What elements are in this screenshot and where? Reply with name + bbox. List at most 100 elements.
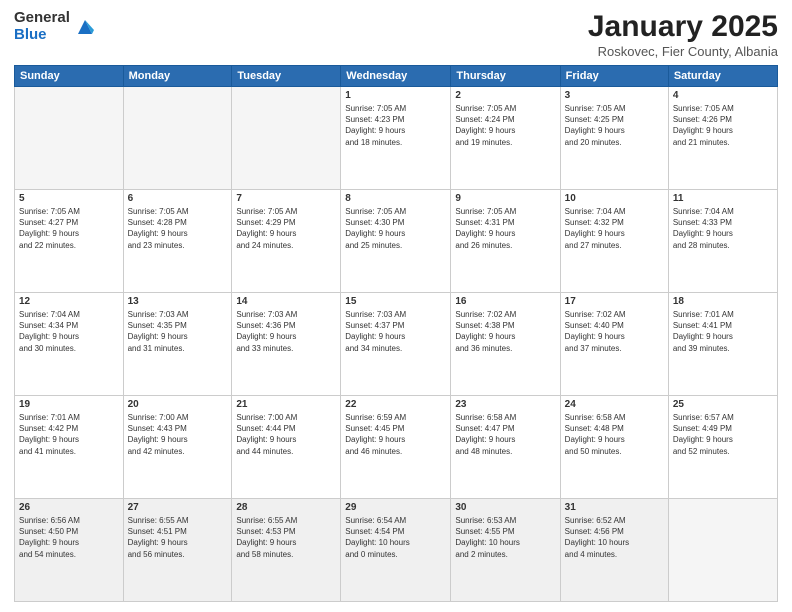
calendar-cell: 22Sunrise: 6:59 AM Sunset: 4:45 PM Dayli… bbox=[341, 396, 451, 499]
day-number: 28 bbox=[236, 502, 336, 513]
weekday-header-sunday: Sunday bbox=[15, 66, 124, 87]
day-info: Sunrise: 7:04 AM Sunset: 4:34 PM Dayligh… bbox=[19, 309, 119, 354]
day-info: Sunrise: 7:01 AM Sunset: 4:41 PM Dayligh… bbox=[673, 309, 773, 354]
weekday-header-friday: Friday bbox=[560, 66, 668, 87]
day-number: 20 bbox=[128, 399, 228, 410]
day-number: 31 bbox=[565, 502, 664, 513]
day-info: Sunrise: 7:05 AM Sunset: 4:25 PM Dayligh… bbox=[565, 103, 664, 148]
calendar-cell: 15 Sunrise: 7:03 AM Sunset: 4:37 PM Dayli… bbox=[341, 293, 451, 396]
weekday-header-tuesday: Tuesday bbox=[232, 66, 341, 87]
day-info: Sunrise: 7:02 AM Sunset: 4:40 PM Dayligh… bbox=[565, 309, 664, 354]
day-number: 6 bbox=[128, 193, 228, 204]
week-row-3: 19Sunrise: 7:01 AM Sunset: 4:42 PM Dayli… bbox=[15, 396, 778, 499]
calendar-cell: 11Sunrise: 7:04 AM Sunset: 4:33 PM Dayli… bbox=[668, 190, 777, 293]
day-info: Sunrise: 7:03 AM Sunset: 4:37 PM Dayligh… bbox=[345, 309, 446, 354]
calendar-cell: 17 Sunrise: 7:02 AM Sunset: 4:40 PM Dayli… bbox=[560, 293, 668, 396]
calendar-cell: 10 Sunrise: 7:04 AM Sunset: 4:32 PM Dayli… bbox=[560, 190, 668, 293]
day-number: 23 bbox=[455, 399, 555, 410]
day-info: Sunrise: 6:53 AM Sunset: 4:55 PM Dayligh… bbox=[455, 515, 555, 560]
day-number: 19 bbox=[19, 399, 119, 410]
day-number: 8 bbox=[345, 193, 446, 204]
day-info: Sunrise: 7:04 AM Sunset: 4:32 PM Dayligh… bbox=[565, 206, 664, 251]
logo-general: General bbox=[14, 10, 70, 27]
day-info: Sunrise: 6:52 AM Sunset: 4:56 PM Dayligh… bbox=[565, 515, 664, 560]
calendar-cell: 25 Sunrise: 6:57 AM Sunset: 4:49 PM Dayli… bbox=[668, 396, 777, 499]
calendar-cell: 2Sunrise: 7:05 AM Sunset: 4:24 PM Daylig… bbox=[451, 87, 560, 190]
day-number: 16 bbox=[455, 296, 555, 307]
calendar-cell bbox=[15, 87, 124, 190]
day-number: 10 bbox=[565, 193, 664, 204]
calendar-cell: 28 Sunrise: 6:55 AM Sunset: 4:53 PM Dayli… bbox=[232, 499, 341, 602]
header: General Blue January 2025 Roskovec, Fier… bbox=[14, 10, 778, 59]
calendar-cell: 8Sunrise: 7:05 AM Sunset: 4:30 PM Daylig… bbox=[341, 190, 451, 293]
day-number: 26 bbox=[19, 502, 119, 513]
day-info: Sunrise: 7:00 AM Sunset: 4:44 PM Dayligh… bbox=[236, 412, 336, 457]
calendar-cell: 29 Sunrise: 6:54 AM Sunset: 4:54 PM Dayli… bbox=[341, 499, 451, 602]
weekday-header-saturday: Saturday bbox=[668, 66, 777, 87]
calendar-table: SundayMondayTuesdayWednesdayThursdayFrid… bbox=[14, 65, 778, 602]
page: General Blue January 2025 Roskovec, Fier… bbox=[0, 0, 792, 612]
calendar-cell: 31 Sunrise: 6:52 AM Sunset: 4:56 PM Dayli… bbox=[560, 499, 668, 602]
day-info: Sunrise: 7:05 AM Sunset: 4:24 PM Dayligh… bbox=[455, 103, 555, 148]
calendar-cell: 4Sunrise: 7:05 AM Sunset: 4:26 PM Daylig… bbox=[668, 87, 777, 190]
day-number: 15 bbox=[345, 296, 446, 307]
calendar-cell: 13Sunrise: 7:03 AM Sunset: 4:35 PM Dayli… bbox=[123, 293, 232, 396]
day-info: Sunrise: 7:02 AM Sunset: 4:38 PM Dayligh… bbox=[455, 309, 555, 354]
week-row-0: 1Sunrise: 7:05 AM Sunset: 4:23 PM Daylig… bbox=[15, 87, 778, 190]
weekday-header-row: SundayMondayTuesdayWednesdayThursdayFrid… bbox=[15, 66, 778, 87]
day-number: 27 bbox=[128, 502, 228, 513]
day-number: 25 bbox=[673, 399, 773, 410]
day-info: Sunrise: 6:54 AM Sunset: 4:54 PM Dayligh… bbox=[345, 515, 446, 560]
calendar-cell bbox=[232, 87, 341, 190]
title-block: January 2025 Roskovec, Fier County, Alba… bbox=[588, 10, 778, 59]
calendar-cell: 30 Sunrise: 6:53 AM Sunset: 4:55 PM Dayli… bbox=[451, 499, 560, 602]
day-number: 12 bbox=[19, 296, 119, 307]
day-number: 14 bbox=[236, 296, 336, 307]
location-subtitle: Roskovec, Fier County, Albania bbox=[588, 44, 778, 59]
day-number: 18 bbox=[673, 296, 773, 307]
day-number: 30 bbox=[455, 502, 555, 513]
calendar-cell bbox=[668, 499, 777, 602]
calendar-cell: 6 Sunrise: 7:05 AM Sunset: 4:28 PM Daylig… bbox=[123, 190, 232, 293]
logo-blue: Blue bbox=[14, 27, 70, 44]
day-info: Sunrise: 7:05 AM Sunset: 4:27 PM Dayligh… bbox=[19, 206, 119, 251]
calendar-cell: 1Sunrise: 7:05 AM Sunset: 4:23 PM Daylig… bbox=[341, 87, 451, 190]
calendar-cell: 21Sunrise: 7:00 AM Sunset: 4:44 PM Dayli… bbox=[232, 396, 341, 499]
day-info: Sunrise: 7:00 AM Sunset: 4:43 PM Dayligh… bbox=[128, 412, 228, 457]
week-row-2: 12 Sunrise: 7:04 AM Sunset: 4:34 PM Dayli… bbox=[15, 293, 778, 396]
day-number: 17 bbox=[565, 296, 664, 307]
day-info: Sunrise: 7:05 AM Sunset: 4:29 PM Dayligh… bbox=[236, 206, 336, 251]
day-info: Sunrise: 7:03 AM Sunset: 4:36 PM Dayligh… bbox=[236, 309, 336, 354]
day-info: Sunrise: 7:05 AM Sunset: 4:28 PM Dayligh… bbox=[128, 206, 228, 251]
calendar-cell: 14 Sunrise: 7:03 AM Sunset: 4:36 PM Dayli… bbox=[232, 293, 341, 396]
logo: General Blue bbox=[14, 10, 96, 43]
calendar-cell: 16 Sunrise: 7:02 AM Sunset: 4:38 PM Dayli… bbox=[451, 293, 560, 396]
calendar-cell: 7 Sunrise: 7:05 AM Sunset: 4:29 PM Daylig… bbox=[232, 190, 341, 293]
day-info: Sunrise: 7:03 AM Sunset: 4:35 PM Dayligh… bbox=[128, 309, 228, 354]
calendar-cell: 3 Sunrise: 7:05 AM Sunset: 4:25 PM Daylig… bbox=[560, 87, 668, 190]
logo-icon bbox=[74, 16, 96, 38]
calendar-cell: 26Sunrise: 6:56 AM Sunset: 4:50 PM Dayli… bbox=[15, 499, 124, 602]
day-info: Sunrise: 7:05 AM Sunset: 4:31 PM Dayligh… bbox=[455, 206, 555, 251]
week-row-1: 5Sunrise: 7:05 AM Sunset: 4:27 PM Daylig… bbox=[15, 190, 778, 293]
calendar-cell: 23 Sunrise: 6:58 AM Sunset: 4:47 PM Dayli… bbox=[451, 396, 560, 499]
day-number: 29 bbox=[345, 502, 446, 513]
day-info: Sunrise: 6:58 AM Sunset: 4:48 PM Dayligh… bbox=[565, 412, 664, 457]
day-number: 11 bbox=[673, 193, 773, 204]
calendar-cell: 20 Sunrise: 7:00 AM Sunset: 4:43 PM Dayli… bbox=[123, 396, 232, 499]
day-number: 22 bbox=[345, 399, 446, 410]
day-info: Sunrise: 6:55 AM Sunset: 4:53 PM Dayligh… bbox=[236, 515, 336, 560]
calendar-cell: 5Sunrise: 7:05 AM Sunset: 4:27 PM Daylig… bbox=[15, 190, 124, 293]
day-number: 9 bbox=[455, 193, 555, 204]
weekday-header-monday: Monday bbox=[123, 66, 232, 87]
day-info: Sunrise: 6:58 AM Sunset: 4:47 PM Dayligh… bbox=[455, 412, 555, 457]
week-row-4: 26Sunrise: 6:56 AM Sunset: 4:50 PM Dayli… bbox=[15, 499, 778, 602]
calendar-cell: 24 Sunrise: 6:58 AM Sunset: 4:48 PM Dayli… bbox=[560, 396, 668, 499]
day-number: 3 bbox=[565, 90, 664, 101]
day-number: 7 bbox=[236, 193, 336, 204]
calendar-cell: 9 Sunrise: 7:05 AM Sunset: 4:31 PM Daylig… bbox=[451, 190, 560, 293]
day-number: 24 bbox=[565, 399, 664, 410]
day-info: Sunrise: 6:57 AM Sunset: 4:49 PM Dayligh… bbox=[673, 412, 773, 457]
calendar-cell bbox=[123, 87, 232, 190]
day-info: Sunrise: 7:05 AM Sunset: 4:26 PM Dayligh… bbox=[673, 103, 773, 148]
